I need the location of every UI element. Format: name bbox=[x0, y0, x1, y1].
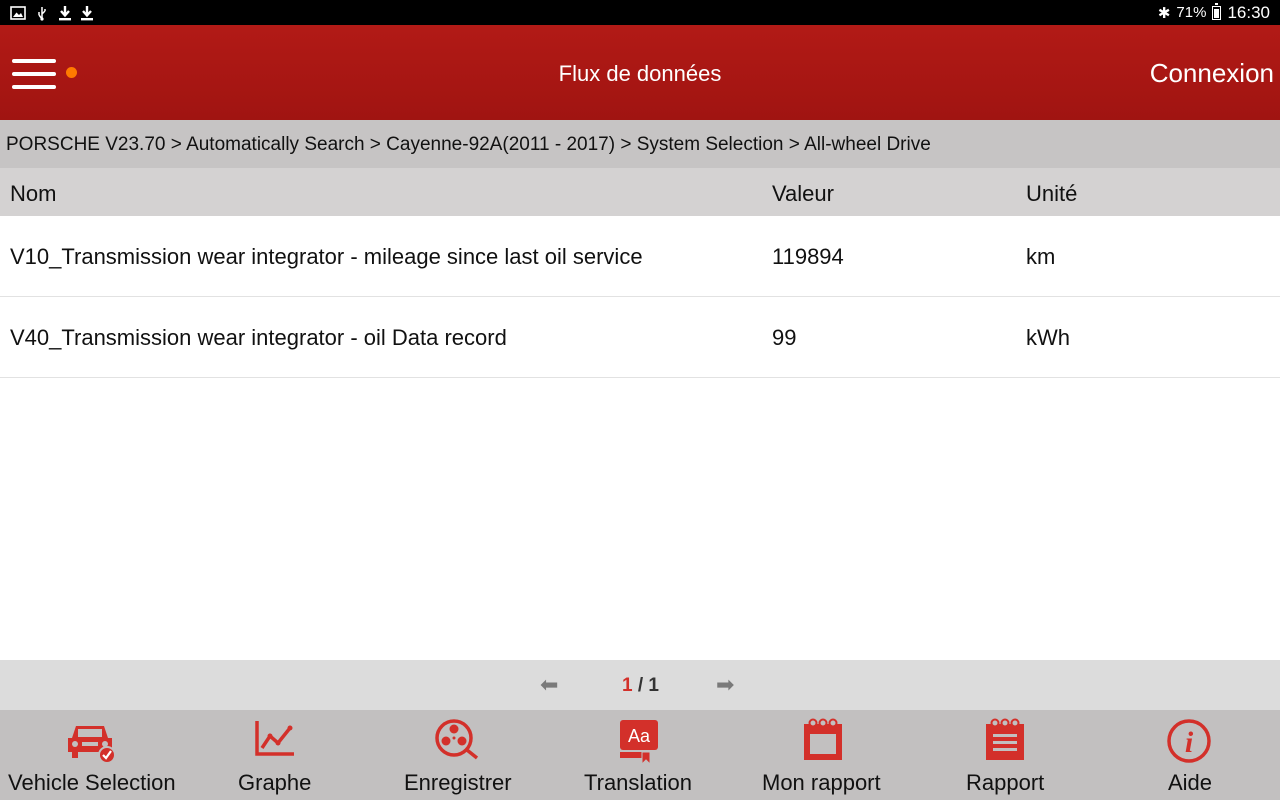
column-header-nom: Nom bbox=[10, 181, 57, 206]
translation-label: Translation bbox=[584, 770, 693, 795]
connexion-button[interactable]: Connexion bbox=[1150, 58, 1274, 89]
status-bar: ✱ 71% 16:30 bbox=[0, 0, 1280, 25]
status-right: ✱ 71% 16:30 bbox=[1157, 2, 1270, 23]
download-icon bbox=[81, 5, 93, 20]
download-icon bbox=[59, 5, 71, 20]
breadcrumb: PORSCHE V23.70 > Automatically Search > … bbox=[0, 120, 1280, 168]
aide-label: Aide bbox=[1168, 770, 1213, 795]
usb-icon bbox=[38, 6, 46, 21]
column-header-unite: Unité bbox=[1026, 181, 1078, 206]
rapport-label: Rapport bbox=[966, 770, 1045, 795]
bottom-toolbar: Vehicle Selection Graphe Enregistrer Aa … bbox=[0, 710, 1280, 800]
page-separator: / bbox=[637, 675, 644, 696]
clock: 16:30 bbox=[1227, 2, 1270, 22]
car-check-icon bbox=[68, 726, 116, 764]
prev-page-button[interactable]: ⬅ bbox=[540, 672, 558, 698]
table-row[interactable]: V10_Transmission wear integrator - milea… bbox=[0, 216, 1280, 297]
total-pages: 1 bbox=[648, 675, 659, 696]
enregistrer-button[interactable]: Enregistrer bbox=[364, 710, 546, 800]
record-reel-icon bbox=[435, 719, 479, 760]
row-unit: km bbox=[1026, 244, 1056, 269]
current-page: 1 bbox=[622, 675, 633, 696]
calendar-report-icon bbox=[804, 718, 842, 760]
page-indicator: 1 / 1 bbox=[622, 675, 659, 697]
svg-text:Aa: Aa bbox=[628, 726, 651, 746]
translation-icon: Aa bbox=[620, 720, 658, 764]
mon-rapport-label: Mon rapport bbox=[762, 770, 881, 795]
next-page-button[interactable]: ➡ bbox=[716, 672, 734, 698]
row-value: 99 bbox=[772, 325, 797, 350]
table-row[interactable]: V40_Transmission wear integrator - oil D… bbox=[0, 297, 1280, 378]
graphe-button[interactable]: Graphe bbox=[182, 710, 364, 800]
graphe-label: Graphe bbox=[238, 770, 312, 795]
rapport-button[interactable]: Rapport bbox=[918, 710, 1098, 800]
table-header: Nom Valeur Unité bbox=[0, 168, 1280, 216]
battery-percent: 71% bbox=[1176, 4, 1207, 21]
row-unit: kWh bbox=[1026, 325, 1070, 350]
page-title: Flux de données bbox=[558, 61, 722, 86]
bluetooth-icon: ✱ bbox=[1157, 4, 1171, 22]
aide-button[interactable]: i Aide bbox=[1098, 710, 1280, 800]
translation-button[interactable]: Aa Translation bbox=[546, 710, 728, 800]
status-left-icons bbox=[10, 5, 94, 21]
svg-text:i: i bbox=[1185, 726, 1194, 759]
column-header-valeur: Valeur bbox=[772, 181, 834, 206]
vehicle-selection-button[interactable]: Vehicle Selection bbox=[0, 710, 182, 800]
app-header: Flux de données Connexion bbox=[0, 25, 1280, 120]
mon-rapport-button[interactable]: Mon rapport bbox=[728, 710, 918, 800]
info-icon: i bbox=[1167, 719, 1211, 763]
pagination-bar: ⬅ 1 / 1 ➡ bbox=[0, 660, 1280, 710]
graph-icon bbox=[255, 721, 294, 756]
row-name: V10_Transmission wear integrator - milea… bbox=[10, 244, 643, 269]
enregistrer-label: Enregistrer bbox=[404, 770, 512, 795]
row-name: V40_Transmission wear integrator - oil D… bbox=[10, 325, 507, 350]
report-icon bbox=[986, 718, 1024, 760]
vehicle-selection-label: Vehicle Selection bbox=[8, 770, 176, 795]
battery-icon bbox=[1212, 2, 1222, 20]
row-value: 119894 bbox=[772, 244, 844, 269]
image-icon bbox=[10, 5, 26, 20]
